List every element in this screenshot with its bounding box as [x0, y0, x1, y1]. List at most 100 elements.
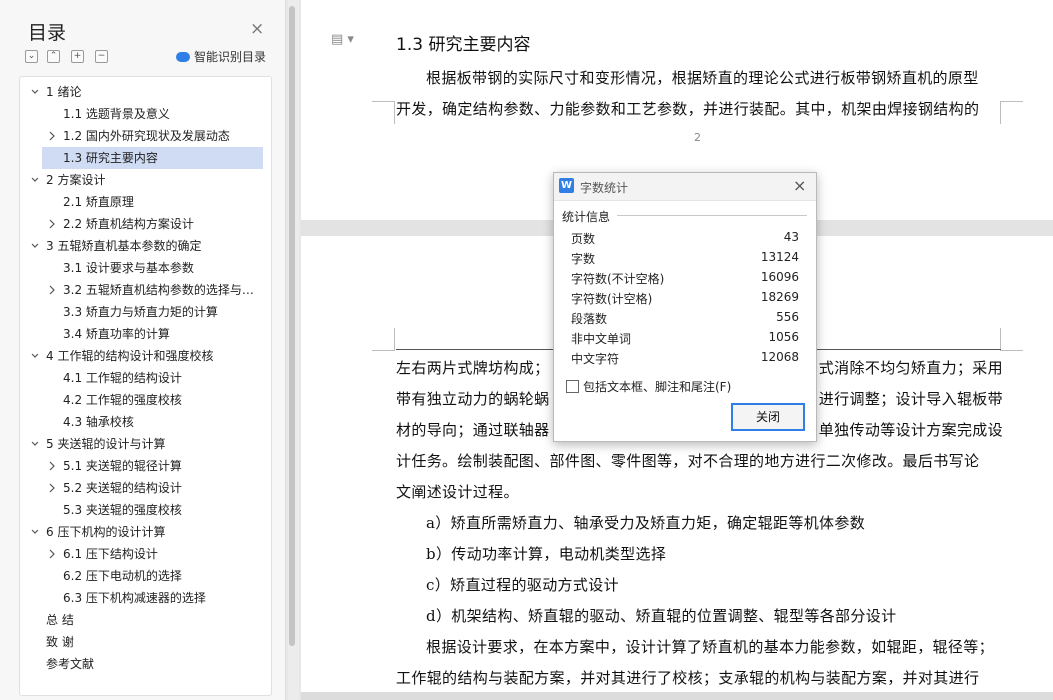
add-heading-icon[interactable]: +: [71, 50, 84, 63]
toc-item[interactable]: 4.1 工作辊的结构设计: [20, 367, 271, 389]
toc-item[interactable]: 5 夹送辊的设计与计算: [20, 433, 271, 455]
toc-item[interactable]: 4 工作辊的结构设计和强度校核: [20, 345, 271, 367]
toc-item-label: 6 压下机构的设计计算: [46, 525, 166, 539]
toc-item[interactable]: 1 绪论: [20, 81, 271, 103]
chevron-down-icon[interactable]: [31, 437, 39, 451]
paragraph-line: 工作辊的结构与装配方案，并对其进行了校核；支承辊的机构与装配方案，并对其进行: [396, 669, 980, 687]
toc-item-label: 1.2 国内外研究现状及发展动态: [63, 129, 230, 143]
chevron-down-icon[interactable]: [31, 85, 39, 99]
chevron-right-icon[interactable]: [48, 283, 56, 297]
chevron-right-icon[interactable]: [48, 129, 56, 143]
toc-item-label: 5.1 夹送辊的辊径计算: [63, 459, 182, 473]
toc-item-label: 2.2 矫直机结构方案设计: [63, 217, 194, 231]
toc-item[interactable]: 3.1 设计要求与基本参数: [20, 257, 271, 279]
include-textbox-label[interactable]: 包括文本框、脚注和尾注(F): [583, 378, 731, 395]
remove-heading-icon[interactable]: −: [95, 50, 108, 63]
toc-item-label: 6.1 压下结构设计: [63, 547, 158, 561]
toc-item[interactable]: 6.2 压下电动机的选择: [20, 565, 271, 587]
toc-item[interactable]: 3.3 矫直力与矫直力矩的计算: [20, 301, 271, 323]
toc-item-label: 5.2 夹送辊的结构设计: [63, 481, 182, 495]
stat-value: 556: [776, 310, 799, 324]
toc-item-label: 1 绪论: [46, 85, 82, 99]
close-button[interactable]: 关闭: [731, 403, 805, 431]
paragraph-line: b）传动功率计算，电动机类型选择: [426, 545, 667, 563]
stat-value: 12068: [760, 350, 799, 364]
toc-item[interactable]: 2 方案设计: [20, 169, 271, 191]
toc-item[interactable]: 1.3 研究主要内容: [42, 147, 263, 169]
toc-item[interactable]: 5.3 夹送辊的强度校核: [20, 499, 271, 521]
nav-scrollbar-thumb[interactable]: [289, 6, 295, 646]
word-count-dialog: W 字数统计 × 统计信息 页数 43 字数 13124 字符数(不计空格) 16096 字…: [553, 172, 817, 442]
stat-label: 段落数: [571, 312, 608, 326]
toc-item-label: 2 方案设计: [46, 173, 106, 187]
toc-item[interactable]: 1.1 选题背景及意义: [20, 103, 271, 125]
horizontal-scrollbar[interactable]: [301, 692, 1053, 700]
toc-item[interactable]: 6.3 压下机构减速器的选择: [20, 587, 271, 609]
section-heading: 1.3 研究主要内容: [396, 35, 531, 55]
toc-item-label: 4.1 工作辊的结构设计: [63, 371, 182, 385]
toc-item-label: 4.2 工作辊的强度校核: [63, 393, 182, 407]
expand-up-icon[interactable]: ⌃: [47, 50, 60, 63]
page-margin-mark: [372, 101, 395, 124]
document-icon[interactable]: ▤ ▾: [331, 32, 354, 47]
page-number: 2: [694, 131, 701, 144]
toc-item[interactable]: 3.4 矫直功率的计算: [20, 323, 271, 345]
toc-item[interactable]: 2.1 矫直原理: [20, 191, 271, 213]
include-textbox-checkbox[interactable]: [566, 380, 579, 393]
chevron-down-icon[interactable]: [31, 349, 39, 363]
stat-label: 字符数(计空格): [571, 292, 653, 306]
nav-title: 目录: [28, 22, 67, 44]
paragraph-line-tail: 进行调整；设计导入辊板带: [818, 390, 1003, 408]
toc-item[interactable]: 5.1 夹送辊的辊径计算: [20, 455, 271, 477]
toc-item-label: 4 工作辊的结构设计和强度校核: [46, 349, 214, 363]
chevron-right-icon[interactable]: [48, 547, 56, 561]
toc-item[interactable]: 6 压下机构的设计计算: [20, 521, 271, 543]
page-margin-mark: [1000, 328, 1023, 351]
navigation-pane: 目录 × ⌄ ⌃ + − 智能识别目录 1 绪论 1.1 选题背景及意义 1.2 国…: [0, 0, 286, 700]
paragraph-line-tail: 式消除不均匀矫直力；采用: [818, 359, 1003, 377]
paragraph-line-tail: 单独传动等设计方案完成设: [818, 421, 1003, 439]
toc-item-label: 3.3 矫直力与矫直力矩的计算: [63, 305, 218, 319]
toc-item-label: 3.4 矫直功率的计算: [63, 327, 170, 341]
toc-item[interactable]: 3.2 五辊矫直机结构参数的选择与…: [20, 279, 271, 301]
smart-toc-button[interactable]: 智能识别目录: [176, 48, 266, 65]
chevron-down-icon[interactable]: [31, 525, 39, 539]
toc-item[interactable]: 2.2 矫直机结构方案设计: [20, 213, 271, 235]
toc-item-label: 6.3 压下机构减速器的选择: [63, 591, 206, 605]
stat-value: 1056: [768, 330, 799, 344]
toc-item[interactable]: 总 结: [20, 609, 271, 631]
toc-item[interactable]: 4.3 轴承校核: [20, 411, 271, 433]
chevron-right-icon[interactable]: [48, 481, 56, 495]
toc-item-label: 3 五辊矫直机基本参数的确定: [46, 239, 202, 253]
chevron-right-icon[interactable]: [48, 459, 56, 473]
paragraph-line: 计任务。绘制装配图、部件图、零件图等，对不合理的地方进行二次修改。最后书写论: [396, 452, 980, 470]
toc-item[interactable]: 参考文献: [20, 653, 271, 675]
toc-item-label: 参考文献: [46, 657, 95, 671]
stats-group-label: 统计信息: [562, 210, 611, 224]
page-margin-mark: [372, 328, 395, 351]
toc-item-label: 4.3 轴承校核: [63, 415, 134, 429]
nav-close-icon[interactable]: ×: [250, 19, 264, 39]
toc-item-label: 3.1 设计要求与基本参数: [63, 261, 194, 275]
stat-value: 43: [783, 230, 799, 244]
toc-item-label: 总 结: [46, 613, 74, 627]
dialog-close-icon[interactable]: ×: [793, 176, 806, 195]
toc-item[interactable]: 1.2 国内外研究现状及发展动态: [20, 125, 271, 147]
dialog-titlebar[interactable]: W 字数统计 ×: [554, 173, 816, 201]
chevron-down-icon[interactable]: [31, 239, 39, 253]
stat-label: 页数: [571, 232, 596, 246]
toc-item[interactable]: 4.2 工作辊的强度校核: [20, 389, 271, 411]
toc-item[interactable]: 3 五辊矫直机基本参数的确定: [20, 235, 271, 257]
smart-toc-label: 智能识别目录: [194, 50, 267, 64]
toc-item-label: 1.1 选题背景及意义: [63, 107, 170, 121]
cloud-icon: [176, 52, 190, 62]
chevron-right-icon[interactable]: [48, 217, 56, 231]
chevron-down-icon[interactable]: [31, 173, 39, 187]
paragraph-line: 根据板带钢的实际尺寸和变形情况，根据矫直的理论公式进行板带钢矫直机的原型: [426, 69, 979, 87]
toc-item-label: 致 谢: [46, 635, 74, 649]
toc-item[interactable]: 6.1 压下结构设计: [20, 543, 271, 565]
stat-label: 非中文单词: [571, 332, 632, 346]
toc-item[interactable]: 5.2 夹送辊的结构设计: [20, 477, 271, 499]
collapse-all-icon[interactable]: ⌄: [25, 50, 38, 63]
toc-item[interactable]: 致 谢: [20, 631, 271, 653]
